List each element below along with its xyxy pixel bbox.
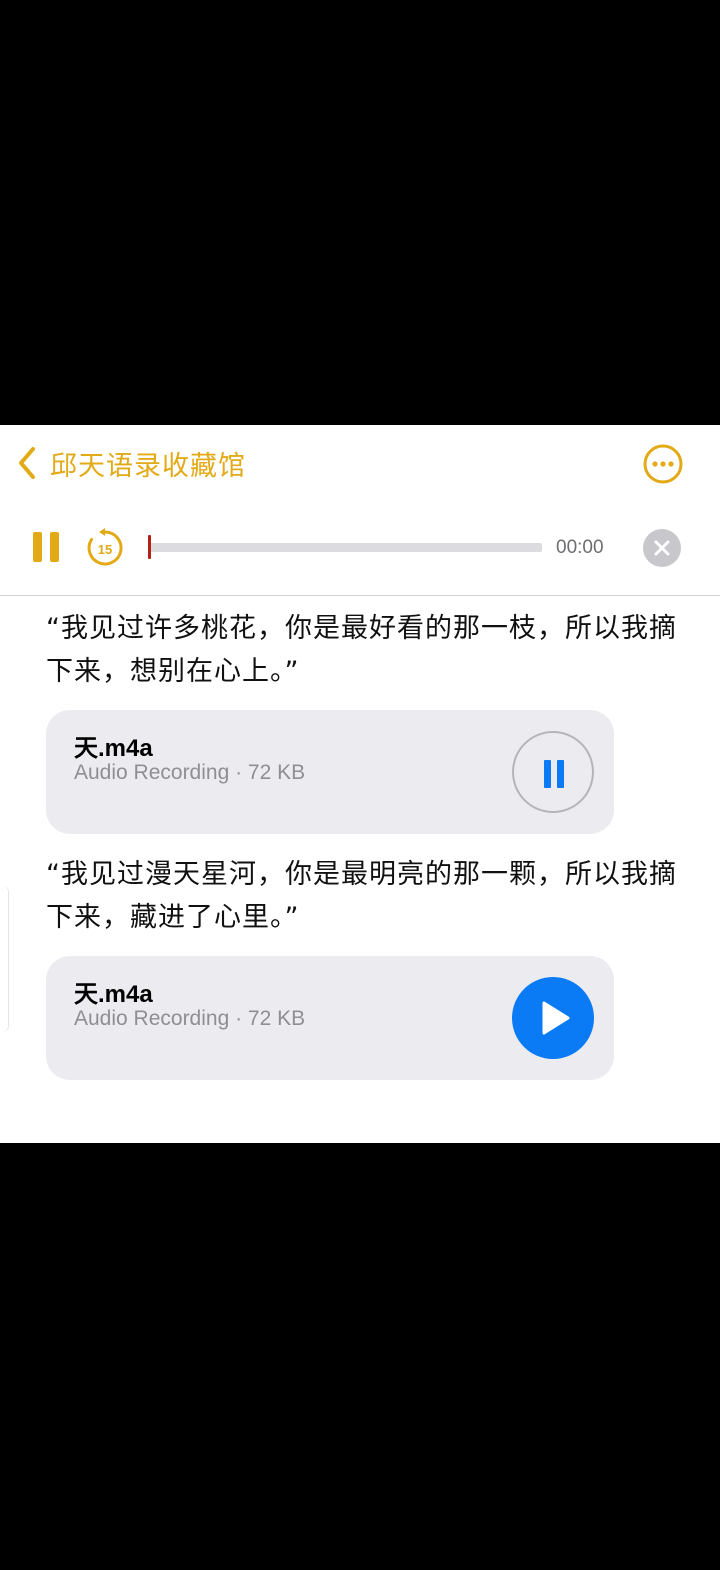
more-button[interactable] <box>642 443 684 485</box>
quote-text: “我见过许多桃花，你是最好看的那一枝，所以我摘下来，想别在心上。” <box>46 613 677 687</box>
attachment-pause-button[interactable] <box>512 731 594 813</box>
audio-attachment-card[interactable]: 天.m4a Audio Recording · 72 KB <box>46 956 614 1080</box>
quote-text: “我见过漫天星河，你是最明亮的那一颗，所以我摘下来，藏进了心里。” <box>46 859 677 933</box>
back-button[interactable]: 邱天语录收藏馆 <box>16 443 246 483</box>
divider <box>0 595 720 596</box>
close-player-button[interactable] <box>643 529 681 567</box>
playback-scrubber[interactable] <box>148 535 542 559</box>
skip-back-15-button[interactable]: 15 <box>84 527 126 569</box>
elapsed-time: 00:00 <box>556 537 604 558</box>
notes-screen: 邱天语录收藏馆 15 00:00 “我见过许多桃花，你是最好看的那一枝，所以我摘… <box>0 425 720 1143</box>
audio-player-bar: 15 00:00 <box>0 515 720 579</box>
attachment-file-name: 天.m4a <box>74 981 153 1008</box>
navigation-bar: 邱天语录收藏馆 <box>0 425 720 503</box>
chevron-left-icon <box>16 445 38 481</box>
skip-back-label: 15 <box>98 542 112 557</box>
player-pause-button[interactable] <box>33 532 61 562</box>
audio-attachment-card[interactable]: 天.m4a Audio Recording · 72 KB <box>46 710 614 834</box>
ellipsis-circle-icon <box>642 444 684 489</box>
edge-handle <box>0 886 9 1032</box>
attachment-file-info: Audio Recording · 72 KB <box>74 761 306 784</box>
play-icon <box>542 1001 570 1035</box>
attachment-play-button[interactable] <box>512 977 594 1059</box>
scrubber-playhead[interactable] <box>148 535 151 559</box>
attachment-file-info: Audio Recording · 72 KB <box>74 1007 306 1030</box>
back-label: 邱天语录收藏馆 <box>50 450 246 482</box>
skip-back-15-icon: 15 <box>87 528 123 566</box>
close-icon <box>654 540 670 556</box>
attachment-file-name: 天.m4a <box>74 735 153 762</box>
scrubber-track <box>148 543 542 552</box>
